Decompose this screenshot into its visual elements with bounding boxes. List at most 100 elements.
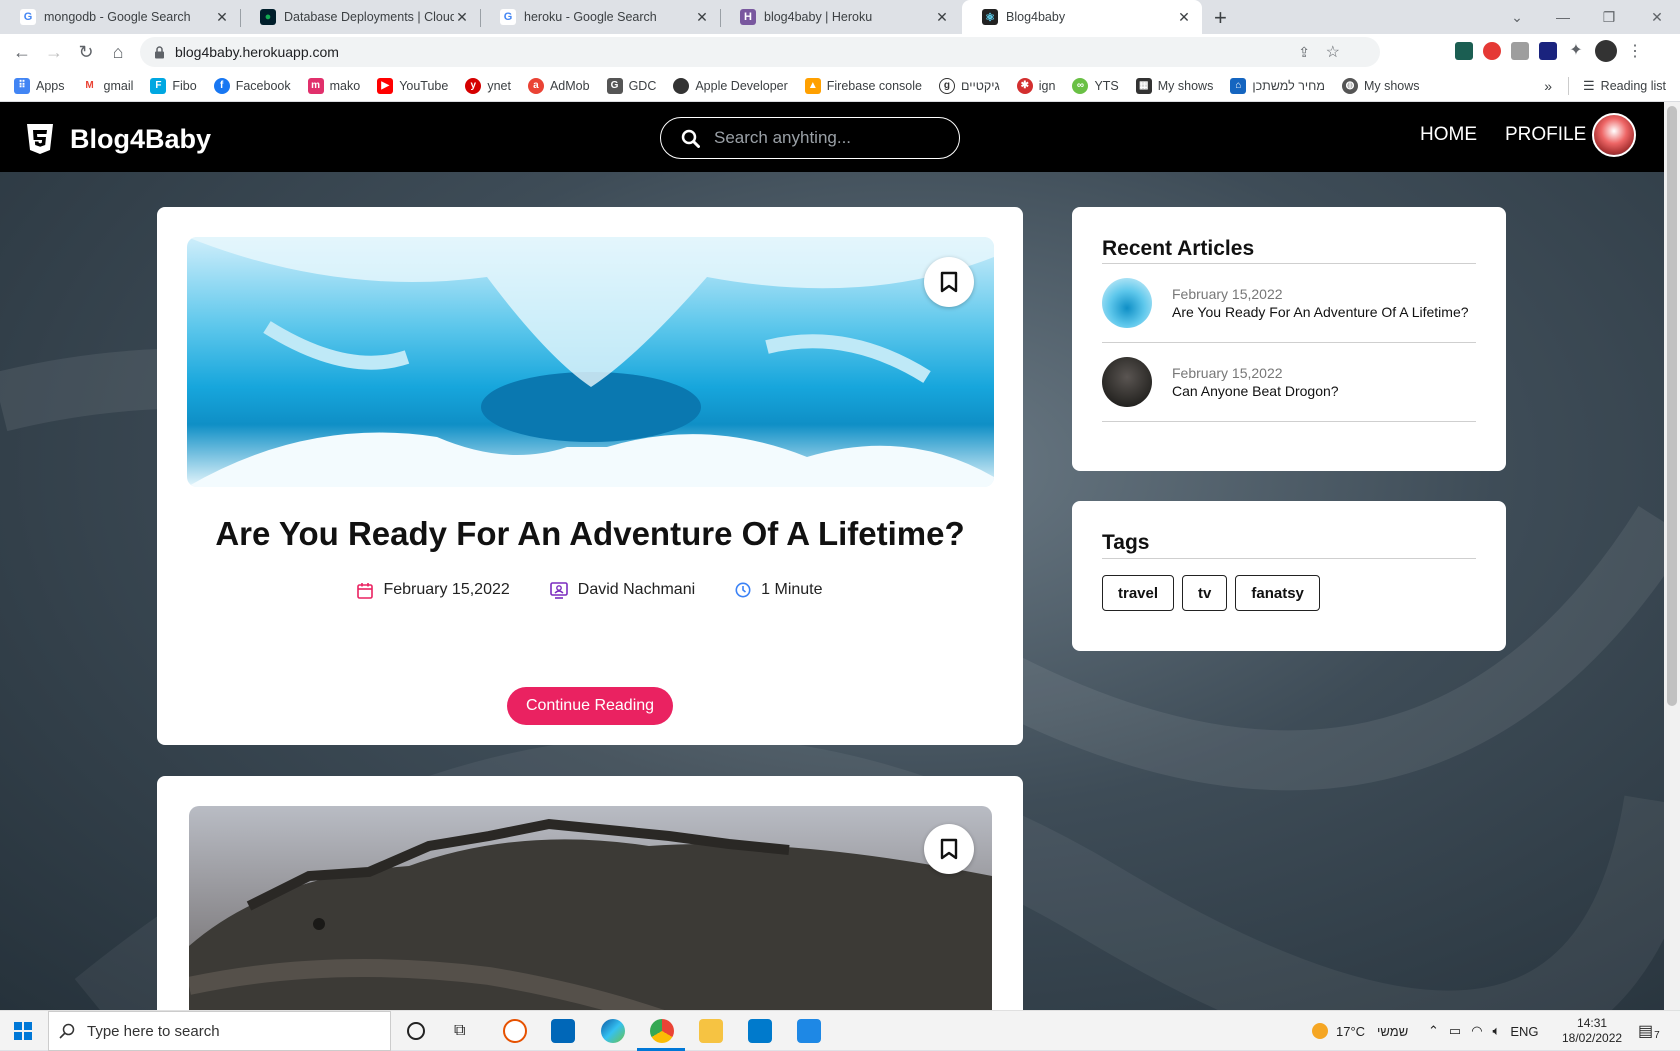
continue-reading-button[interactable]: Continue Reading [507,687,673,725]
menu-kebab-icon[interactable]: ⋮ [1627,41,1643,61]
site-header: Blog4Baby HOME PROFILE [0,102,1664,172]
tag-tv[interactable]: tv [1182,575,1228,611]
recent-article-thumbnail[interactable] [1102,278,1152,328]
tab-search-chevron-icon[interactable]: ⌄ [1494,0,1540,34]
extension-icon[interactable] [1511,42,1529,60]
browser-tab-active[interactable]: ⚛ Blog4baby ✕ [962,0,1202,34]
window-close-icon[interactable]: ✕ [1634,0,1680,34]
nav-profile[interactable]: PROFILE [1505,124,1586,146]
tab-title: Blog4baby [1006,10,1066,24]
bookmark-apps[interactable]: ⠿ Apps [14,77,65,94]
address-bar[interactable]: blog4baby.herokuapp.com ⇪ ☆ [140,37,1380,67]
bookmark-my-shows[interactable]: ▦ My shows [1135,77,1213,94]
post-image-dragon[interactable] [189,806,992,1010]
bookmark-admob[interactable]: a AdMob [527,77,590,94]
bookmark-ign[interactable]: ✱ ign [1016,77,1055,94]
user-avatar[interactable] [1592,113,1636,157]
bookmark-housing[interactable]: ⌂ מחיר למשתכן [1230,77,1325,94]
bookmark-gmail[interactable]: Mgmail [81,77,133,94]
reload-icon[interactable]: ↻ [70,36,102,68]
post-image-ice-cave[interactable] [187,237,994,487]
close-icon[interactable]: ✕ [934,9,950,26]
scrollbar-thumb[interactable] [1667,106,1677,706]
edge-icon[interactable] [601,1019,625,1043]
puzzle-extensions-icon[interactable]: ✦ [1567,42,1585,60]
restore-icon[interactable]: ❐ [1586,0,1632,34]
browser-tab[interactable]: G mongodb - Google Search ✕ [0,0,240,34]
wifi-icon[interactable]: ◠ [1471,1023,1482,1039]
bookmark-icon[interactable] [924,257,974,307]
post-title[interactable]: Are You Ready For An Adventure Of A Life… [157,515,1023,553]
minimize-icon[interactable]: — [1540,0,1586,34]
bookmark-star-icon[interactable]: ☆ [1326,42,1340,62]
bookmark-firebase[interactable]: ▲ Firebase console [804,77,922,94]
adblock-icon[interactable] [1483,42,1501,60]
site-search[interactable] [660,117,960,159]
back-arrow-icon[interactable]: ← [6,36,38,68]
recent-article-item[interactable]: February 15,2022 Are You Ready For An Ad… [1102,264,1476,343]
windows-start-icon[interactable] [14,1022,32,1040]
bookmark-gdc[interactable]: G GDC [606,77,656,94]
media-player-icon[interactable] [797,1019,821,1043]
bookmark-apple-developer[interactable]: Apple Developer [673,77,788,94]
browser-tab[interactable]: ● Database Deployments | Cloud: M ✕ [240,0,480,34]
page-scrollbar[interactable] [1664,102,1680,1010]
cortana-icon[interactable] [407,1022,425,1040]
youtube-icon: ▶ [377,77,394,94]
browser-tab[interactable]: G heroku - Google Search ✕ [480,0,720,34]
bookmark-my-shows-2[interactable]: ◍ My shows [1341,77,1420,94]
brand-logo[interactable]: Blog4Baby [24,122,211,156]
bookmark-youtube[interactable]: ▶ YouTube [377,77,448,94]
close-icon[interactable]: ✕ [1176,9,1192,26]
chevron-up-icon[interactable]: ⌃ [1428,1023,1439,1039]
taskbar-search-placeholder: Type here to search [87,1022,220,1040]
browser-toolbar: ← → ↻ ⌂ blog4baby.herokuapp.com ⇪ ☆ ✦ ⋮ [0,34,1680,70]
bookmark-icon[interactable] [924,824,974,874]
recent-article-title[interactable]: Are You Ready For An Adventure Of A Life… [1172,304,1469,320]
task-view-icon[interactable]: ⧉ [454,1022,465,1040]
recent-article-item[interactable]: February 15,2022 Can Anyone Beat Drogon? [1102,343,1476,422]
chrome-icon[interactable] [650,1019,674,1043]
recent-article-thumbnail[interactable] [1102,357,1152,407]
extension-icon[interactable] [1455,42,1473,60]
bookmark-fibo[interactable]: F Fibo [150,77,197,94]
search-input[interactable] [714,128,934,148]
home-icon[interactable]: ⌂ [102,36,134,68]
snipping-tool-icon[interactable] [503,1019,527,1043]
recent-articles-card: Recent Articles February 15,2022 Are You… [1072,207,1506,471]
recent-article-title[interactable]: Can Anyone Beat Drogon? [1172,383,1339,399]
clock[interactable]: 14:31 18/02/2022 [1562,1011,1622,1051]
volume-icon[interactable]: 🔈︎ [1493,1023,1501,1039]
file-explorer-icon[interactable] [699,1019,723,1043]
taskbar-search[interactable]: Type here to search [48,1011,391,1051]
nav-home[interactable]: HOME [1420,124,1477,146]
search-icon [59,1023,75,1039]
close-icon[interactable]: ✕ [694,9,710,26]
microsoft-store-icon[interactable] [551,1019,575,1043]
profile-avatar-icon[interactable] [1595,40,1617,62]
vscode-icon[interactable] [748,1019,772,1043]
close-icon[interactable]: ✕ [214,9,230,26]
bookmark-label: AdMob [549,78,590,93]
tag-travel[interactable]: travel [1102,575,1175,611]
mako-icon: m [307,77,324,94]
bookmark-mako[interactable]: m mako [307,77,360,94]
weather-widget[interactable]: 17°C שמשי [1312,1011,1408,1051]
forward-arrow-icon[interactable]: → [38,36,70,68]
react-devtools-icon[interactable] [1539,42,1557,60]
share-icon[interactable]: ⇪ [1298,44,1310,61]
bookmark-geektime[interactable]: g גיקטיים [938,77,1000,94]
author-card-icon [549,581,568,599]
bookmark-ynet[interactable]: y ynet [465,77,511,94]
new-tab-plus-icon[interactable]: + [1214,5,1227,31]
chevron-double-right-icon[interactable]: » [1544,78,1552,94]
reading-list[interactable]: » ☰ Reading list [1544,76,1666,95]
bookmark-yts[interactable]: ∞ YTS [1072,77,1119,94]
language-indicator[interactable]: ENG [1510,1024,1538,1039]
meet-now-icon[interactable]: ▭ [1449,1023,1461,1039]
notifications-button[interactable]: ▤ 7 [1638,1011,1660,1051]
tag-fanatsy[interactable]: fanatsy [1235,575,1320,611]
bookmark-facebook[interactable]: f Facebook [213,77,291,94]
close-icon[interactable]: ✕ [454,9,470,26]
browser-tab[interactable]: H blog4baby | Heroku ✕ [720,0,960,34]
